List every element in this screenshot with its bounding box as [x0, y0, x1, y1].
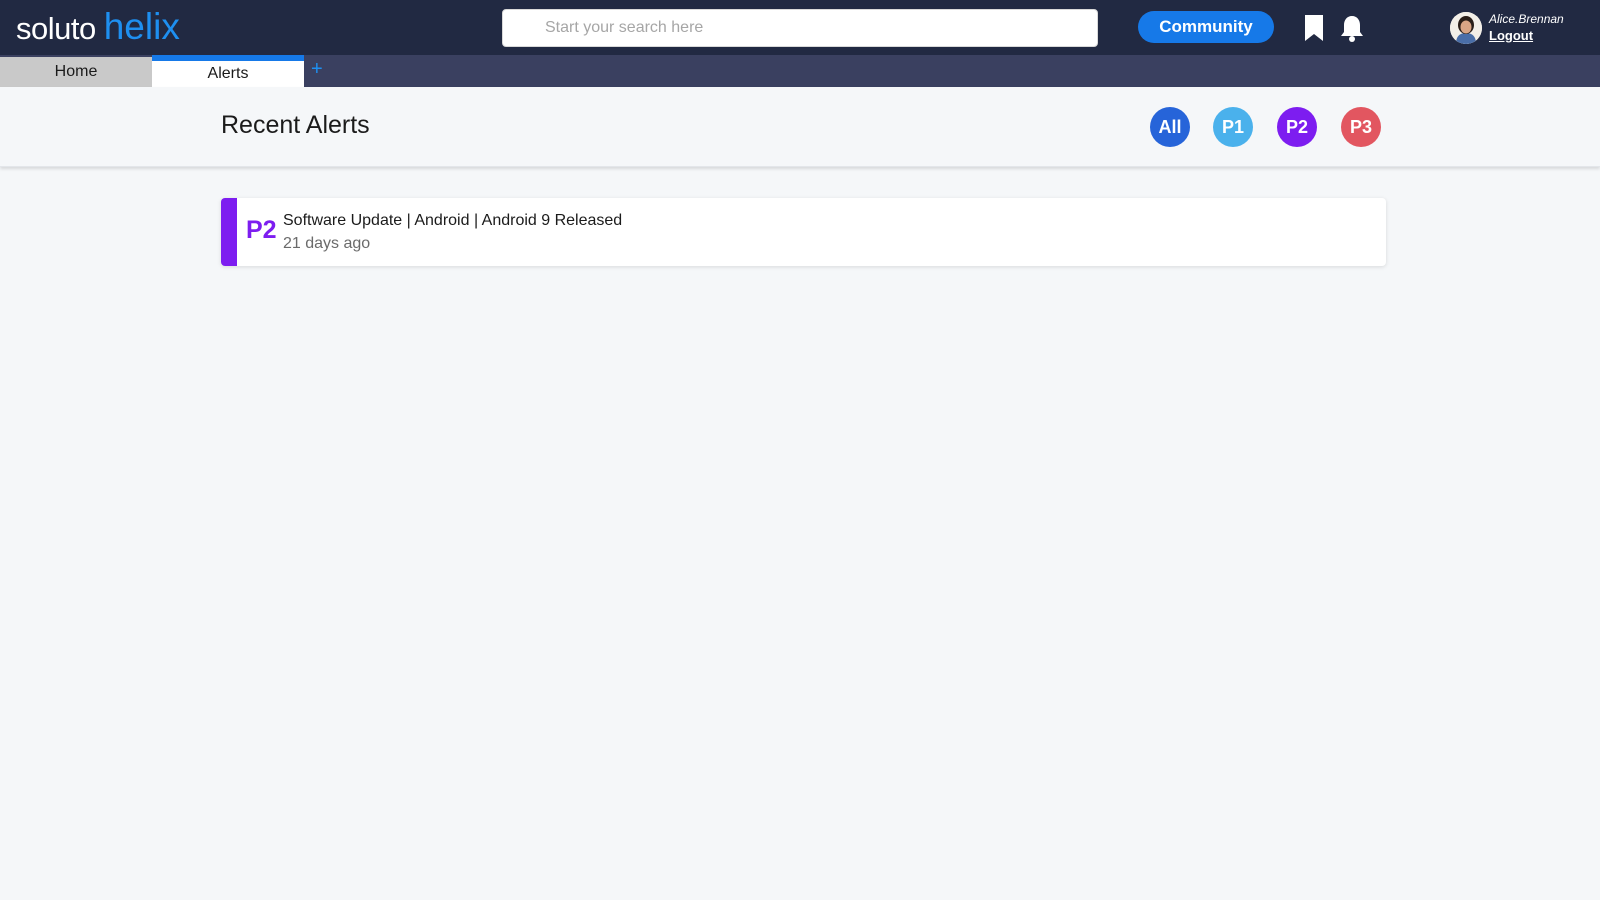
page-title: Recent Alerts [221, 111, 370, 139]
alert-item[interactable]: P2 Software Update | Android | Android 9… [221, 198, 1386, 266]
avatar[interactable] [1450, 12, 1482, 44]
alert-title[interactable]: Software Update | Android | Android 9 Re… [283, 212, 622, 230]
user-avatar-icon [1450, 12, 1482, 44]
tab-home[interactable]: Home [0, 57, 152, 87]
priority-stripe [221, 198, 237, 266]
community-button[interactable]: Community [1138, 11, 1274, 43]
top-bar: soluto helix Community Alice.Brennan Log… [0, 0, 1600, 55]
alerts-header-panel: Recent Alerts All P1 P2 P3 [0, 87, 1600, 167]
user-name: Alice.Brennan [1489, 12, 1564, 26]
add-tab-button[interactable]: + [311, 58, 323, 81]
filter-p2-button[interactable]: P2 [1277, 107, 1317, 147]
alert-priority-badge: P2 [246, 216, 277, 244]
logo-soluto-text: soluto [16, 11, 96, 46]
soluto-helix-logo[interactable]: soluto helix [16, 6, 180, 48]
filter-all-button[interactable]: All [1150, 107, 1190, 147]
bell-icon[interactable] [1340, 14, 1364, 42]
filter-p1-button[interactable]: P1 [1213, 107, 1253, 147]
logout-link[interactable]: Logout [1489, 28, 1533, 43]
alert-time: 21 days ago [283, 235, 371, 252]
bookmark-icon[interactable] [1304, 15, 1324, 41]
search-box[interactable] [502, 9, 1098, 47]
logo-helix-text: helix [103, 6, 180, 47]
filter-p3-button[interactable]: P3 [1341, 107, 1381, 147]
search-input[interactable] [545, 19, 1085, 37]
tab-bar: Home Alerts + [0, 55, 1600, 87]
tab-alerts[interactable]: Alerts [152, 55, 304, 87]
